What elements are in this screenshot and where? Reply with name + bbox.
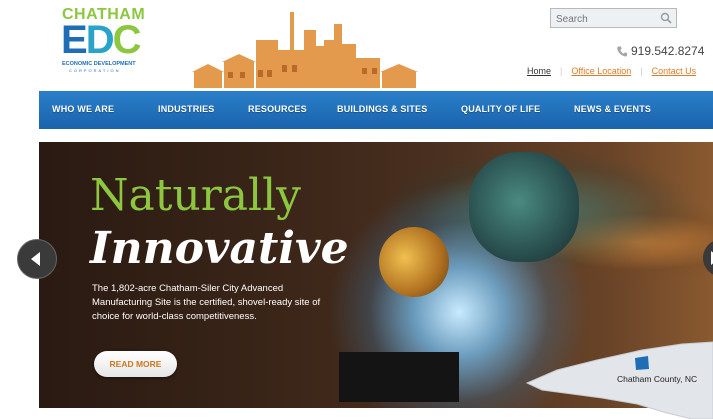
search-input[interactable] [551,10,656,29]
nav-item-industries[interactable]: INDUSTRIES [158,104,215,114]
phone-text: 919.542.8274 [631,44,705,58]
logo-subtitle-2: CORPORATION [69,68,121,73]
logo-mark-d: D [85,18,115,62]
chatham-county-marker [635,356,649,370]
utility-nav: Home | Office Location | Contact Us [527,66,696,76]
hero-headline-naturally: Naturally [90,170,302,221]
carousel-prev-button[interactable] [17,239,57,279]
logo-edc-mark: EDC [61,18,142,62]
phone-number: 919.542.8274 [617,44,704,58]
search-box[interactable] [550,8,677,29]
search-icon[interactable] [660,12,672,24]
nav-item-buildings-sites[interactable]: BUILDINGS & SITES [337,104,427,114]
carousel-next-button[interactable] [703,239,713,277]
contact-us-link[interactable]: Contact Us [652,66,697,76]
separator: | [640,66,643,76]
hero-description: The 1,802-acre Chatham-Siler City Advanc… [92,283,321,322]
workpiece-image [339,352,459,402]
arrow-left-icon [31,252,40,266]
nav-item-quality-of-life[interactable]: QUALITY OF LIFE [461,104,540,114]
office-location-link[interactable]: Office Location [571,66,631,76]
nav-item-who-we-are[interactable]: WHO WE ARE [52,104,114,114]
welder-mask-image [469,152,579,262]
separator: | [560,66,563,76]
home-link[interactable]: Home [527,66,551,76]
logo-subtitle: ECONOMIC DEVELOPMENT [62,61,136,67]
read-more-button[interactable]: READ MORE [94,351,177,377]
hero-headline-innovative: Innovative [90,223,349,274]
chatham-edc-logo[interactable]: CHATHAM EDC ECONOMIC DEVELOPMENT CORPORA… [61,6,161,76]
nav-item-news-events[interactable]: NEWS & EVENTS [574,104,651,114]
map-label: Chatham County, NC [617,374,698,384]
logo-mark-c: C [112,18,142,62]
logo-mark-e: E [61,18,88,62]
phone-icon [617,46,627,57]
arrow-right-icon [711,251,713,265]
nav-item-resources[interactable]: RESOURCES [248,104,307,114]
main-navigation: WHO WE ARE INDUSTRIES RESOURCES BUILDING… [39,91,713,129]
industrial-skyline-illustration [192,12,418,88]
welding-torch-image [369,217,459,307]
